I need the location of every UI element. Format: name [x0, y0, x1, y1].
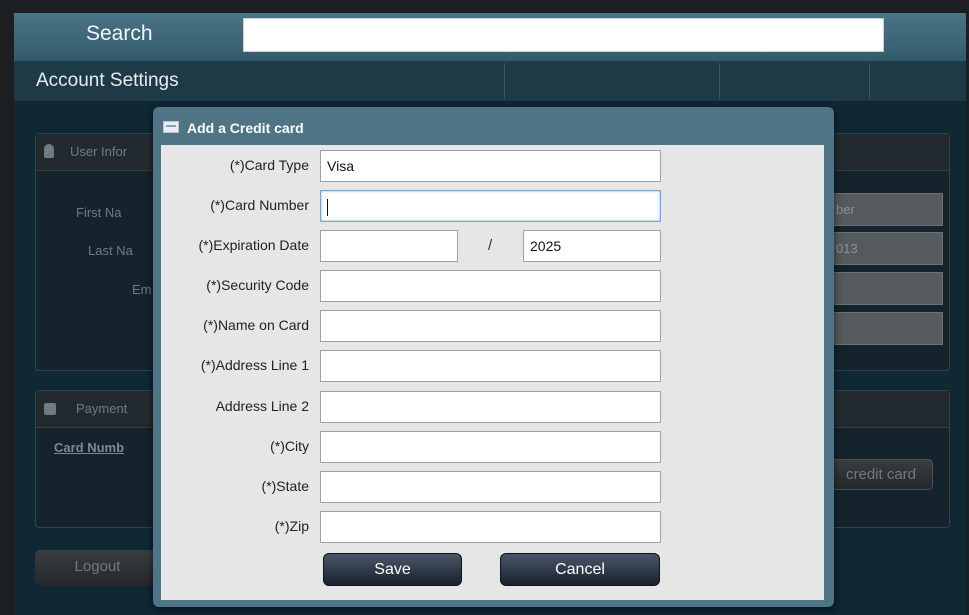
name-on-card-field[interactable] [320, 310, 661, 342]
payment-header: Payment [76, 401, 128, 416]
user-icon [44, 144, 54, 158]
address-line-1-field[interactable] [320, 350, 661, 382]
expiration-year-field[interactable]: 2025 [523, 230, 661, 262]
card-number-field[interactable] [320, 190, 661, 222]
card-number-column-header: Card Numb [54, 440, 125, 455]
address-line-2-label: Address Line 2 [215, 398, 309, 414]
nav-separator [504, 63, 505, 99]
search-label: Search [86, 22, 153, 45]
expiration-month-field[interactable] [320, 230, 458, 262]
logout-button[interactable]: Logout [35, 550, 160, 586]
lock-icon [44, 403, 56, 415]
email-label: Em [132, 282, 152, 297]
name-on-card-label: (*)Name on Card [203, 317, 309, 333]
state-field[interactable] [320, 471, 661, 503]
zip-field[interactable] [320, 511, 661, 543]
user-info-header: User Infor [70, 144, 128, 159]
state-label: (*)State [261, 478, 309, 494]
nav-bar: Account Settings [14, 61, 966, 101]
nav-separator [869, 63, 870, 99]
city-field[interactable] [320, 431, 661, 463]
save-button[interactable]: Save [323, 553, 462, 586]
last-name-label: Last Na [88, 243, 133, 258]
security-code-label: (*)Security Code [206, 277, 309, 293]
background-field[interactable] [831, 312, 943, 345]
background-field[interactable] [831, 272, 943, 305]
zip-label: (*)Zip [274, 518, 309, 534]
security-code-field[interactable] [320, 270, 661, 302]
text-caret [327, 198, 328, 216]
add-credit-card-button[interactable]: credit card [829, 459, 933, 490]
search-input[interactable] [243, 18, 884, 52]
add-credit-card-dialog: Add a Credit card (*)Card Type Visa (*)C… [153, 107, 834, 607]
first-name-label: First Na [76, 205, 122, 220]
card-type-label: (*)Card Type [229, 157, 309, 173]
city-label: (*)City [270, 438, 309, 454]
dialog-header: Add a Credit card [153, 107, 834, 143]
date-separator: / [488, 237, 493, 254]
card-type-field[interactable]: Visa [320, 150, 661, 182]
top-search-bar: Search [14, 13, 966, 61]
dialog-body: (*)Card Type Visa (*)Card Number (*)Expi… [161, 145, 824, 600]
cancel-button[interactable]: Cancel [500, 553, 660, 586]
dialog-title: Add a Credit card [187, 120, 304, 136]
page-title: Account Settings [36, 70, 179, 91]
address-line-1-label: (*)Address Line 1 [200, 357, 309, 373]
background-field[interactable]: ber [831, 193, 943, 226]
card-icon [163, 121, 179, 133]
expiration-date-label: (*)Expiration Date [198, 237, 310, 253]
nav-separator [719, 63, 720, 99]
address-line-2-field[interactable] [320, 391, 661, 423]
card-number-label: (*)Card Number [210, 197, 309, 213]
background-field[interactable]: 013 [831, 232, 943, 265]
